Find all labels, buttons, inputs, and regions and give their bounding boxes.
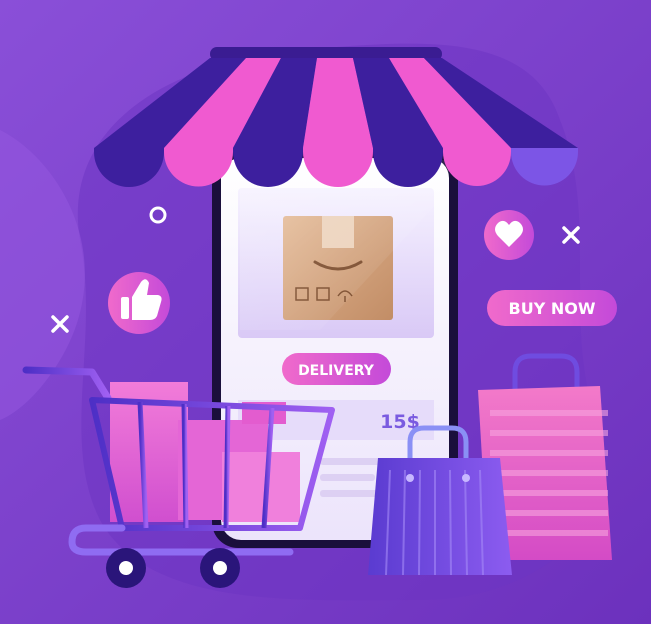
delivery-button[interactable]: DELIVERY — [282, 353, 391, 385]
buy-now-button[interactable]: BUY NOW — [487, 290, 617, 326]
text-line — [320, 474, 375, 481]
text-line — [320, 490, 382, 497]
like-badge[interactable] — [108, 272, 170, 334]
online-shopping-illustration: DELIVERY 15$ BUY NOW — [0, 0, 651, 624]
delivery-label: DELIVERY — [298, 363, 375, 379]
buy-now-label: BUY NOW — [509, 299, 596, 318]
favorite-badge[interactable] — [484, 210, 534, 260]
